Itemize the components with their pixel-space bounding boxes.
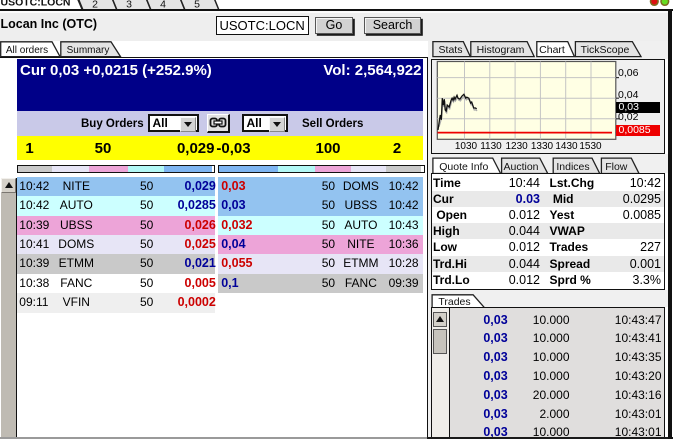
svg-text:USOTC:LOCN: USOTC:LOCN — [1, 0, 71, 9]
svg-text:Histogram: Histogram — [477, 44, 525, 56]
svg-text:Quote Info: Quote Info — [439, 160, 488, 172]
svg-text:Flow: Flow — [605, 160, 628, 172]
svg-text:Chart: Chart — [539, 44, 565, 56]
svg-text:Indices: Indices — [556, 160, 589, 172]
svg-text:Auction: Auction — [503, 160, 538, 172]
svg-text:Summary: Summary — [67, 45, 110, 56]
svg-text:TickScope: TickScope — [581, 44, 630, 56]
svg-text:Stats: Stats — [439, 44, 463, 56]
svg-text:All orders: All orders — [6, 45, 48, 56]
